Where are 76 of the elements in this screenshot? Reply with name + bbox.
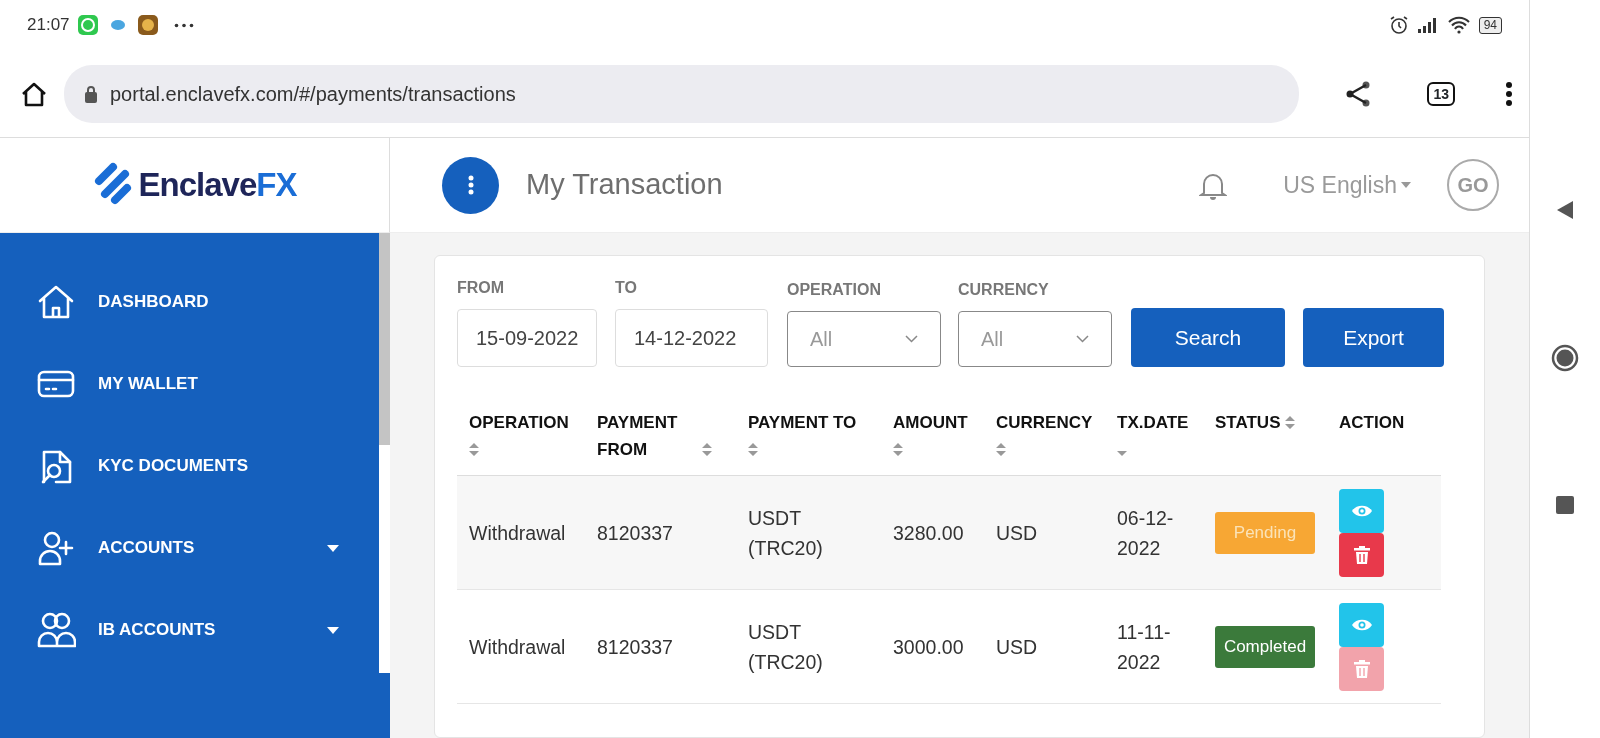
view-button[interactable] (1339, 488, 1384, 533)
chevron-icon (905, 335, 918, 343)
wifi-icon (1446, 16, 1471, 34)
field-label: TO (615, 278, 638, 298)
address-bar[interactable]: portal.enclavefx.com/#/payments/transactions (64, 64, 1300, 123)
share-icon[interactable] (1345, 80, 1372, 107)
field-label: FROM (457, 278, 506, 298)
tab-count[interactable]: 13 (1427, 81, 1455, 106)
sort-icon[interactable] (893, 443, 903, 456)
menu-button[interactable] (442, 156, 499, 214)
table-cell: USD (996, 635, 1038, 658)
table-cell: USDT (TRC20) (748, 620, 823, 673)
eye-icon (1350, 503, 1373, 518)
field-label: OPERATION (787, 280, 882, 300)
sort-icon[interactable] (469, 443, 479, 456)
table-cell: 8120337 (597, 521, 673, 544)
view-button[interactable] (1339, 602, 1384, 647)
table-cell: 3000.00 (893, 635, 964, 658)
signal-icon (1416, 17, 1439, 33)
back-icon[interactable] (1556, 200, 1574, 220)
trash-icon (1353, 659, 1370, 678)
table-cell: USD (996, 521, 1038, 544)
table-cell: 8120337 (597, 635, 673, 658)
logo: EnclaveFX (138, 165, 297, 206)
more-icon (467, 175, 474, 195)
battery-indicator: 94 (1478, 16, 1502, 34)
status-time: 21:07 (27, 14, 70, 37)
sidebar-item[interactable]: DASHBOARD (36, 281, 339, 323)
app-icon (137, 15, 158, 35)
caret-icon (1401, 182, 1411, 188)
column-header[interactable]: AMOUNT (893, 409, 968, 436)
url-text: portal.enclavefx.com/#/payments/transactions (110, 81, 516, 107)
table-cell: 06-12-2022 (1117, 506, 1174, 559)
column-header[interactable]: ACTION (1339, 409, 1405, 436)
delete-button[interactable] (1339, 532, 1384, 577)
sort-icon[interactable] (996, 443, 1006, 456)
chat-app-icon (77, 15, 98, 35)
users-icon (36, 610, 76, 650)
lock-icon (84, 84, 98, 103)
column-header[interactable]: TX.DATE (1117, 409, 1189, 436)
more-notifications-icon (173, 22, 194, 28)
date-field[interactable]: 14-12-2022 (615, 309, 768, 367)
column-header[interactable]: OPERATION (469, 409, 569, 436)
page-title: My Transaction (526, 167, 724, 203)
status-badge: Completed (1215, 625, 1315, 668)
search-button[interactable]: Search (1131, 308, 1285, 367)
drop-app-icon (109, 19, 126, 31)
home-icon[interactable] (20, 80, 48, 107)
date-field[interactable]: 15-09-2022 (457, 309, 597, 367)
eye-icon (1350, 617, 1373, 632)
table-cell: 3280.00 (893, 521, 964, 544)
sort-icon[interactable] (1285, 416, 1296, 429)
field-label: CURRENCY (958, 280, 1050, 300)
sort-icon[interactable] (748, 443, 758, 456)
table-cell: 11-11-2022 (1117, 620, 1171, 673)
alarm-icon (1388, 15, 1409, 35)
status-badge: Pending (1215, 511, 1315, 554)
recents-icon[interactable] (1556, 496, 1574, 514)
sidebar-item[interactable]: IB ACCOUNTS (36, 609, 339, 651)
chevron-icon (1076, 335, 1089, 343)
sort-icon[interactable] (701, 443, 712, 456)
home-circle-icon[interactable] (1551, 344, 1579, 372)
column-header[interactable]: CURRENCY (996, 409, 1093, 436)
trash-icon (1353, 545, 1370, 564)
export-button[interactable]: Export (1303, 308, 1444, 367)
table-cell: Withdrawal (469, 521, 566, 544)
column-header[interactable]: PAYMENT TO (748, 409, 857, 436)
column-header[interactable]: PAYMENT FROM (597, 409, 697, 463)
menu-icon[interactable] (1505, 80, 1513, 107)
sidebar-item[interactable]: ACCOUNTS (36, 527, 339, 569)
table-cell: USDT (TRC20) (748, 506, 823, 559)
table-cell: Withdrawal (469, 635, 566, 658)
sidebar-item[interactable]: MY WALLET (36, 363, 339, 405)
sidebar-item[interactable]: KYC DOCUMENTS (36, 445, 339, 487)
scrollbar-thumb[interactable] (379, 233, 390, 445)
column-header[interactable]: STATUS (1215, 409, 1281, 436)
